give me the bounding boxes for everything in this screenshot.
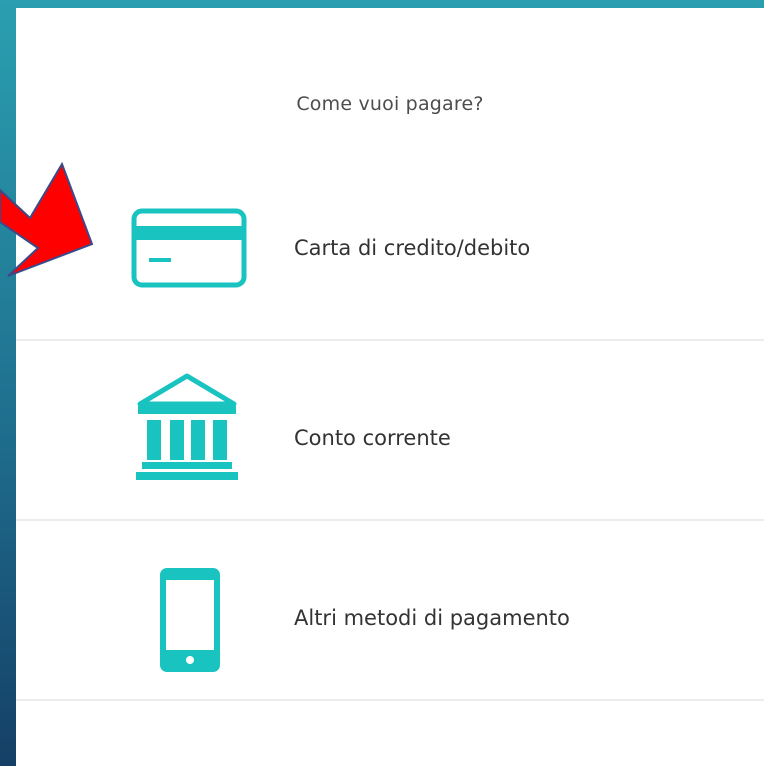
option-label-credit-card: Carta di credito/debito [294,236,531,260]
option-other-methods[interactable]: Altri metodi di pagamento [16,520,764,700]
slide-frame: Come vuoi pagare? Carta di credito/debit… [0,0,764,766]
option-bank-account[interactable]: Conto corrente [16,340,764,520]
option-credit-card[interactable]: Carta di credito/debito [16,168,764,340]
divider [16,699,764,701]
credit-card-icon [131,208,247,288]
pointer-arrow-icon [0,161,94,277]
option-label-bank-account: Conto corrente [294,426,451,450]
payment-method-panel: Come vuoi pagare? Carta di credito/debit… [16,8,764,766]
smartphone-icon [160,568,220,672]
bank-icon [136,373,238,480]
option-label-other-methods: Altri metodi di pagamento [294,606,570,630]
payment-prompt: Come vuoi pagare? [296,93,484,115]
